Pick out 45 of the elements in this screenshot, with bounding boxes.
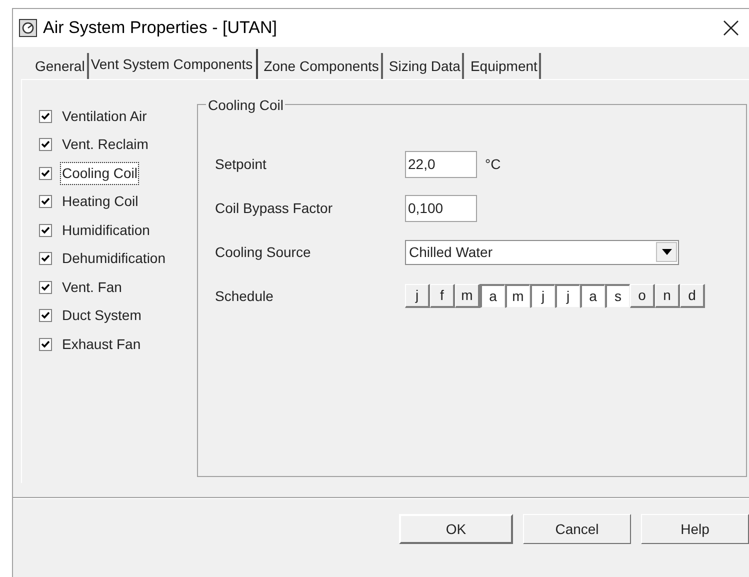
field-label: Setpoint (215, 154, 268, 174)
month-toggle[interactable]: o (630, 284, 655, 308)
checkbox-label[interactable]: Exhaust Fan (61, 334, 142, 355)
tab[interactable]: Vent System Components (88, 49, 258, 79)
field-label: Cooling Source (215, 242, 312, 262)
checkbox[interactable] (39, 252, 52, 266)
checkbox-label[interactable]: Vent. Fan (61, 276, 123, 298)
checkbox[interactable] (39, 110, 52, 123)
checkbox[interactable] (39, 309, 52, 322)
month-toggle[interactable]: m (505, 284, 530, 308)
checkbox-label[interactable]: Heating Coil (61, 191, 140, 212)
dropdown[interactable]: Chilled Water (405, 240, 679, 264)
month-toggle[interactable]: j (530, 284, 555, 308)
window-title: Air System Properties - [UTAN] (43, 17, 277, 40)
month-toggle[interactable]: m (455, 284, 480, 308)
field-label: Coil Bypass Factor (215, 198, 334, 218)
checkbox[interactable] (39, 224, 52, 237)
dialog-button[interactable]: Help (641, 514, 749, 544)
close-icon[interactable] (723, 20, 739, 36)
checkbox-label[interactable]: Ventilation Air (61, 106, 148, 127)
month-toggle[interactable]: j (555, 284, 580, 308)
month-toggle[interactable]: f (430, 284, 455, 308)
checkbox[interactable] (39, 195, 52, 208)
month-toggle[interactable]: a (480, 284, 505, 308)
month-toggle[interactable]: a (580, 284, 605, 308)
month-toggle[interactable]: d (680, 284, 705, 308)
unit-label: °C (485, 154, 501, 174)
checkbox-label[interactable]: Cooling Coil (61, 162, 138, 184)
input-field[interactable]: 22,0 (405, 150, 477, 178)
month-toggle[interactable]: j (405, 284, 430, 308)
checkbox[interactable] (39, 166, 52, 180)
input-field[interactable]: 0,100 (405, 194, 477, 222)
checkbox-label[interactable]: Vent. Reclaim (61, 134, 150, 156)
checkbox-label[interactable]: Duct System (61, 305, 142, 326)
checkbox-label[interactable]: Humidification (61, 220, 151, 241)
dialog-button[interactable]: Cancel (523, 514, 631, 544)
month-toggle[interactable]: n (655, 284, 680, 308)
dialog-button[interactable]: OK (399, 514, 513, 544)
checkbox[interactable] (39, 280, 52, 294)
month-toggle[interactable]: s (605, 284, 630, 308)
checkbox[interactable] (39, 338, 52, 351)
field-label: Schedule (215, 286, 274, 306)
checkbox-label[interactable]: Dehumidification (61, 248, 166, 270)
checkbox[interactable] (39, 138, 52, 152)
app-icon (19, 19, 37, 37)
